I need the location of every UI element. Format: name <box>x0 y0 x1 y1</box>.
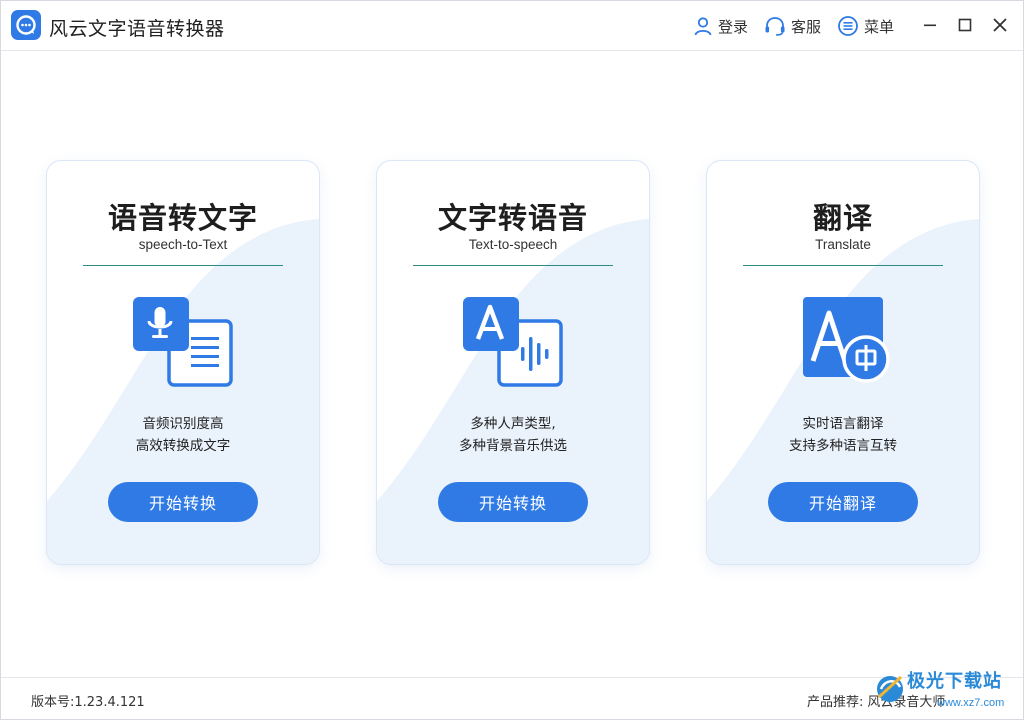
card-description: 实时语言翻译 支持多种语言互转 <box>707 413 979 457</box>
login-label: 登录 <box>718 17 749 36</box>
menu-icon <box>838 16 858 36</box>
text-to-speech-icon <box>463 297 563 387</box>
card-description-line: 音频识别度高 <box>142 416 224 432</box>
card-title: 文字转语音 <box>437 201 588 235</box>
start-text-to-speech-button[interactable]: 开始转换 <box>438 482 588 522</box>
translate-icon <box>803 297 890 383</box>
card-divider <box>83 265 283 266</box>
recommend-product-link[interactable]: 风云录音大师 <box>867 691 945 710</box>
start-speech-to-text-button[interactable]: 开始转换 <box>108 482 258 522</box>
menu-label: 菜单 <box>864 17 895 36</box>
speech-to-text-icon <box>133 297 233 387</box>
status-bar: 版本号:1.23.4.121 产品推荐: 风云录音大师 <box>1 677 1023 719</box>
card-description-line: 多种背景音乐供选 <box>459 438 567 454</box>
minimize-icon <box>924 24 936 27</box>
card-subtitle: Translate <box>815 237 871 252</box>
headset-icon <box>765 17 785 36</box>
card-text-to-speech: 文字转语音 Text-to-speech 多种人声类型, 多种背景音乐供选 开始… <box>377 161 649 564</box>
card-speech-to-text: 语音转文字 speech-to-Text 音频识别度高 高效转换成文字 开始转换 <box>47 161 319 564</box>
app-window: 风云文字语音转换器 登录 客服 菜单 语音转文字 speech-to-Text … <box>0 0 1024 720</box>
card-description: 多种人声类型, 多种背景音乐供选 <box>377 413 649 457</box>
card-subtitle: speech-to-Text <box>138 237 228 252</box>
product-recommend: 产品推荐: 风云录音大师 <box>807 691 945 710</box>
login-button[interactable]: 登录 <box>693 14 748 38</box>
title-bar: 风云文字语音转换器 登录 客服 菜单 <box>1 1 1023 51</box>
card-divider <box>743 265 943 266</box>
minimize-button[interactable] <box>919 14 941 36</box>
maximize-button[interactable] <box>954 14 976 36</box>
customer-service-label: 客服 <box>791 17 822 36</box>
card-description: 音频识别度高 高效转换成文字 <box>47 413 319 457</box>
app-title: 风云文字语音转换器 <box>49 18 225 40</box>
maximize-icon <box>958 18 972 32</box>
card-translate: 翻译 Translate 实时语言翻译 支持多种语言互转 开始翻译 <box>707 161 979 564</box>
user-icon <box>694 17 712 36</box>
version-label: 版本号:1.23.4.121 <box>31 695 145 710</box>
recommend-label: 产品推荐: <box>807 695 864 710</box>
card-divider <box>413 265 613 266</box>
close-icon <box>993 18 1007 32</box>
card-description-line: 多种人声类型, <box>470 416 556 432</box>
menu-button[interactable]: 菜单 <box>837 14 894 38</box>
customer-service-button[interactable]: 客服 <box>764 14 821 38</box>
card-description-line: 高效转换成文字 <box>135 438 231 454</box>
app-logo-icon <box>11 10 41 40</box>
card-description-line: 实时语言翻译 <box>802 416 884 432</box>
card-title: 翻译 <box>812 201 873 235</box>
card-description-line: 支持多种语言互转 <box>789 438 897 454</box>
card-subtitle: Text-to-speech <box>468 237 558 252</box>
card-title: 语音转文字 <box>107 201 258 235</box>
start-translate-button[interactable]: 开始翻译 <box>768 482 918 522</box>
close-button[interactable] <box>989 14 1011 36</box>
